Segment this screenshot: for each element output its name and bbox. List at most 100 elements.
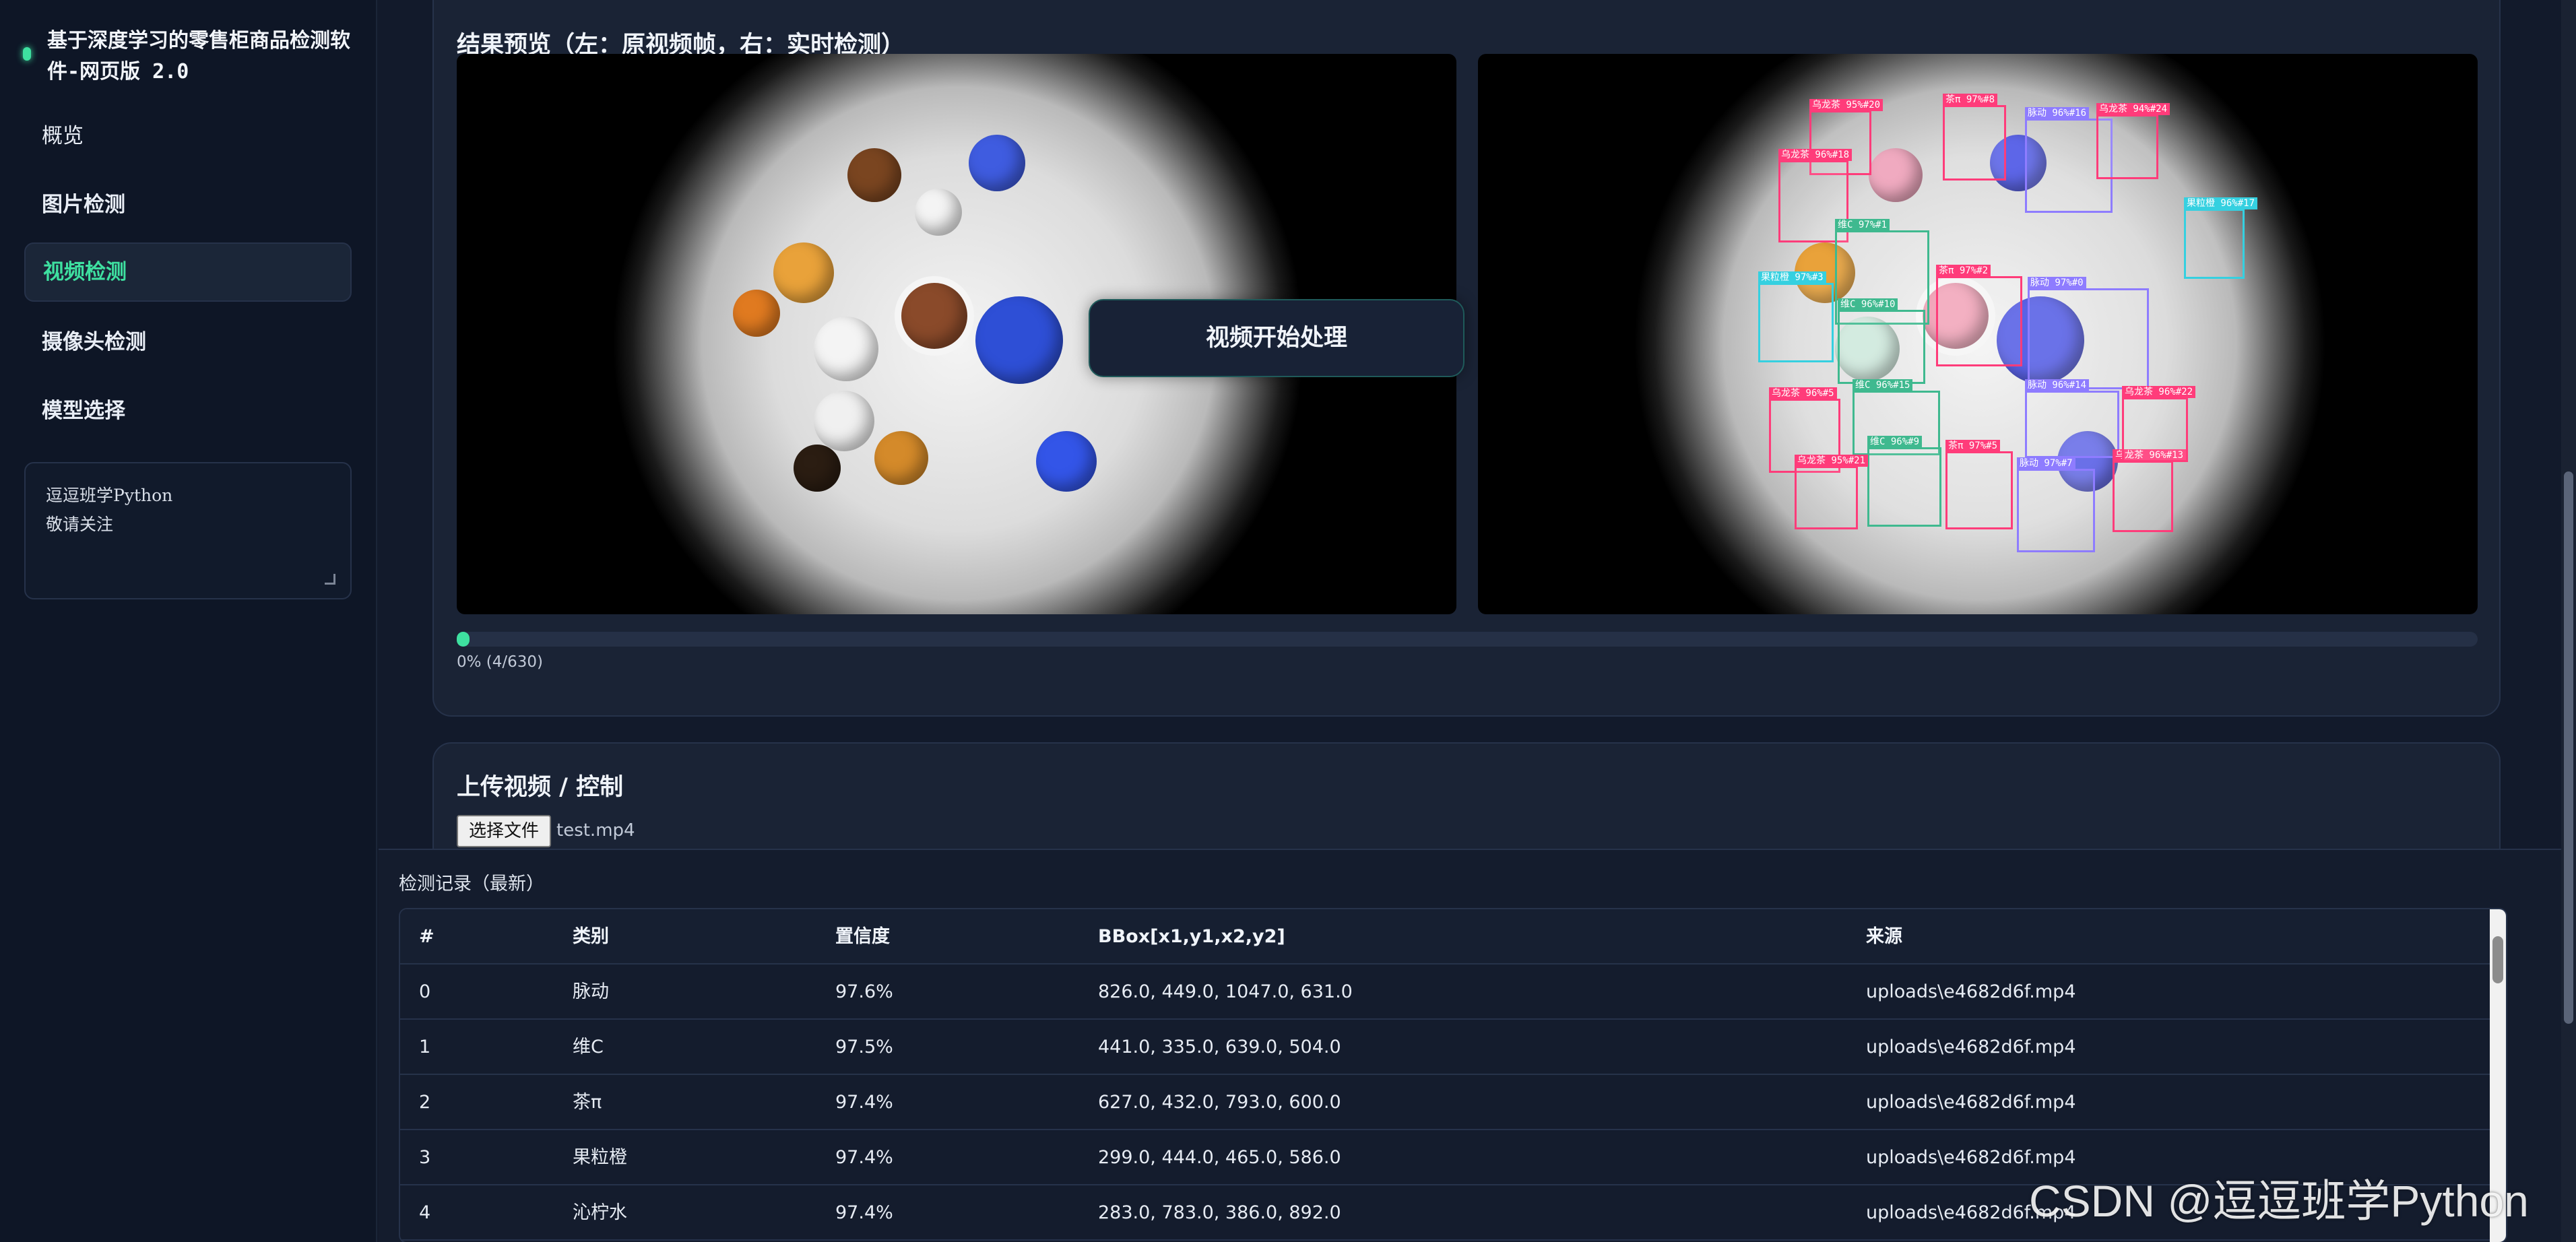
detection-label: 果粒橙 96%#17 xyxy=(2184,197,2258,209)
progress-bar xyxy=(457,632,2478,647)
file-name: test.mp4 xyxy=(556,820,635,841)
detection-label: 茶π 97%#2 xyxy=(1936,265,1991,277)
sidebar: 基于深度学习的零售柜商品检测软件-网页版 2.0 概览 图片检测 视频检测 摄像… xyxy=(0,0,377,1242)
detection-label: 维C 96%#9 xyxy=(1867,436,1923,448)
cell-confidence: 97.4% xyxy=(835,1092,893,1113)
cell-source: uploads\e4682d6f.mp4 xyxy=(1866,1092,2076,1113)
app-title: 基于深度学习的零售柜商品检测软件-网页版 2.0 xyxy=(47,29,350,84)
table-row: 1 维C 97.5% 441.0, 335.0, 639.0, 504.0 up… xyxy=(400,1020,2506,1075)
bottle-cap xyxy=(794,445,841,492)
table-scrollbar-thumb[interactable] xyxy=(2492,936,2503,983)
detection-box: 茶π 97%#2 xyxy=(1936,265,2022,366)
header-class: 类别 xyxy=(573,926,609,947)
detection-label: 茶π 97%#8 xyxy=(1943,94,1998,106)
detection-label: 脉动 96%#16 xyxy=(2025,107,2090,119)
table-row: 2 茶π 97.4% 627.0, 432.0, 793.0, 600.0 up… xyxy=(400,1075,2506,1130)
progress-text: 0% (4/630) xyxy=(457,653,544,671)
detection-label: 乌龙茶 94%#24 xyxy=(2096,103,2170,115)
detection-label: 脉动 97%#7 xyxy=(2017,457,2075,469)
header-index: # xyxy=(419,926,434,947)
cell-index: 2 xyxy=(419,1092,431,1113)
detection-label: 乌龙茶 95%#21 xyxy=(1795,455,1869,467)
detection-label: 乌龙茶 96%#18 xyxy=(1778,149,1853,161)
records-title: 检测记录（最新） xyxy=(399,874,544,894)
progress-fill xyxy=(457,632,470,647)
cell-source: uploads\e4682d6f.mp4 xyxy=(1866,981,2076,1002)
notes-textarea[interactable]: 逗逗班学Python 敬请关注 xyxy=(24,462,352,599)
detection-label: 维C 96%#10 xyxy=(1838,298,1898,310)
cell-bbox: 627.0, 432.0, 793.0, 600.0 xyxy=(1098,1092,1341,1113)
resize-handle-icon[interactable] xyxy=(325,574,335,585)
detection-box: 乌龙茶 95%#21 xyxy=(1795,455,1869,529)
cell-class: 维C xyxy=(573,1037,604,1057)
cell-class: 茶π xyxy=(573,1092,602,1113)
detection-label: 茶π 97%#5 xyxy=(1945,440,2001,452)
notes-text: 逗逗班学Python 敬请关注 xyxy=(46,486,173,534)
bottle-cap xyxy=(874,431,928,485)
detection-box: 乌龙茶 94%#24 xyxy=(2096,103,2170,179)
bottle-cap xyxy=(847,148,901,202)
detection-label: 维C 97%#1 xyxy=(1835,219,1890,231)
bottle-cap xyxy=(975,296,1063,384)
cell-index: 0 xyxy=(419,981,431,1002)
page-scrollbar[interactable] xyxy=(2561,0,2576,1242)
cell-bbox: 299.0, 444.0, 465.0, 586.0 xyxy=(1098,1147,1341,1168)
detection-label: 脉动 97%#0 xyxy=(2028,277,2086,289)
detection-box: 茶π 97%#5 xyxy=(1945,440,2013,529)
cell-confidence: 97.4% xyxy=(835,1202,893,1223)
bottle-cap xyxy=(1036,431,1097,492)
bottle-cap xyxy=(814,391,874,451)
sidebar-item-camera-detect[interactable]: 摄像头检测 xyxy=(24,313,352,372)
detection-box: 脉动 97%#0 xyxy=(2028,277,2149,389)
cell-index: 3 xyxy=(419,1147,431,1168)
status-dot-icon xyxy=(23,47,31,61)
detection-box: 脉动 97%#7 xyxy=(2017,457,2095,552)
header-source: 来源 xyxy=(1866,926,1902,947)
sidebar-item-video-detect[interactable]: 视频检测 xyxy=(24,242,352,302)
bottle-cap xyxy=(1869,148,1923,202)
detection-box: 果粒橙 96%#17 xyxy=(2184,197,2258,279)
sidebar-item-model-select[interactable]: 模型选择 xyxy=(24,381,352,440)
bottle-cap xyxy=(773,242,834,303)
table-header: # 类别 置信度 BBox[x1,y1,x2,y2] 来源 xyxy=(400,909,2506,965)
bottle-cap xyxy=(733,290,780,337)
header-bbox: BBox[x1,y1,x2,y2] xyxy=(1098,926,1285,947)
header-confidence: 置信度 xyxy=(835,926,890,947)
detection-label: 维C 96%#15 xyxy=(1853,379,1913,391)
detection-label: 乌龙茶 95%#20 xyxy=(1809,99,1883,111)
detection-frame: 乌龙茶 95%#20 茶π 97%#8 脉动 96%#16 乌龙茶 94%#24… xyxy=(1478,54,2478,614)
detection-label: 脉动 96%#14 xyxy=(2025,379,2090,391)
sidebar-item-image-detect[interactable]: 图片检测 xyxy=(24,175,352,234)
cell-class: 脉动 xyxy=(573,981,609,1002)
detection-label: 乌龙茶 96%#22 xyxy=(2122,386,2196,398)
sidebar-item-overview[interactable]: 概览 xyxy=(24,106,352,166)
choose-file-button[interactable]: 选择文件 xyxy=(457,815,551,847)
detection-box: 乌龙茶 96%#22 xyxy=(2122,386,2196,462)
detection-box: 果粒橙 97%#3 xyxy=(1758,271,1834,362)
table-row: 0 脉动 97.6% 826.0, 449.0, 1047.0, 631.0 u… xyxy=(400,965,2506,1020)
detection-label: 乌龙茶 96%#5 xyxy=(1769,387,1837,399)
cell-index: 1 xyxy=(419,1037,431,1057)
bottle-cap xyxy=(969,135,1025,191)
bottle-cap xyxy=(895,276,974,356)
preview-panel: 结果预览（左：原视频帧，右：实时检测） 乌龙茶 95%#20 茶π 97%#8 … xyxy=(432,0,2501,717)
cell-class: 果粒橙 xyxy=(573,1147,627,1168)
detection-box: 维C 96%#9 xyxy=(1867,436,1941,527)
upload-title: 上传视频 / 控制 xyxy=(457,774,624,801)
detection-box: 乌龙茶 96%#13 xyxy=(2113,449,2187,532)
cell-confidence: 97.6% xyxy=(835,981,893,1002)
toast-notification: 视频开始处理 xyxy=(1089,299,1464,377)
cell-confidence: 97.4% xyxy=(835,1147,893,1168)
cell-bbox: 441.0, 335.0, 639.0, 504.0 xyxy=(1098,1037,1341,1057)
detection-box: 茶π 97%#8 xyxy=(1943,94,2006,181)
cell-confidence: 97.5% xyxy=(835,1037,893,1057)
detection-label: 果粒橙 97%#3 xyxy=(1758,271,1826,284)
cell-class: 沁柠水 xyxy=(573,1202,627,1223)
bottle-cap xyxy=(915,189,962,236)
bottle-cap xyxy=(814,317,878,381)
cell-source: uploads\e4682d6f.mp4 xyxy=(1866,1037,2076,1057)
cell-index: 4 xyxy=(419,1202,431,1223)
detection-box: 脉动 96%#14 xyxy=(2025,379,2119,458)
page-scrollbar-thumb[interactable] xyxy=(2564,471,2573,1024)
watermark: CSDN @逗逗班学Python xyxy=(2029,1176,2529,1226)
